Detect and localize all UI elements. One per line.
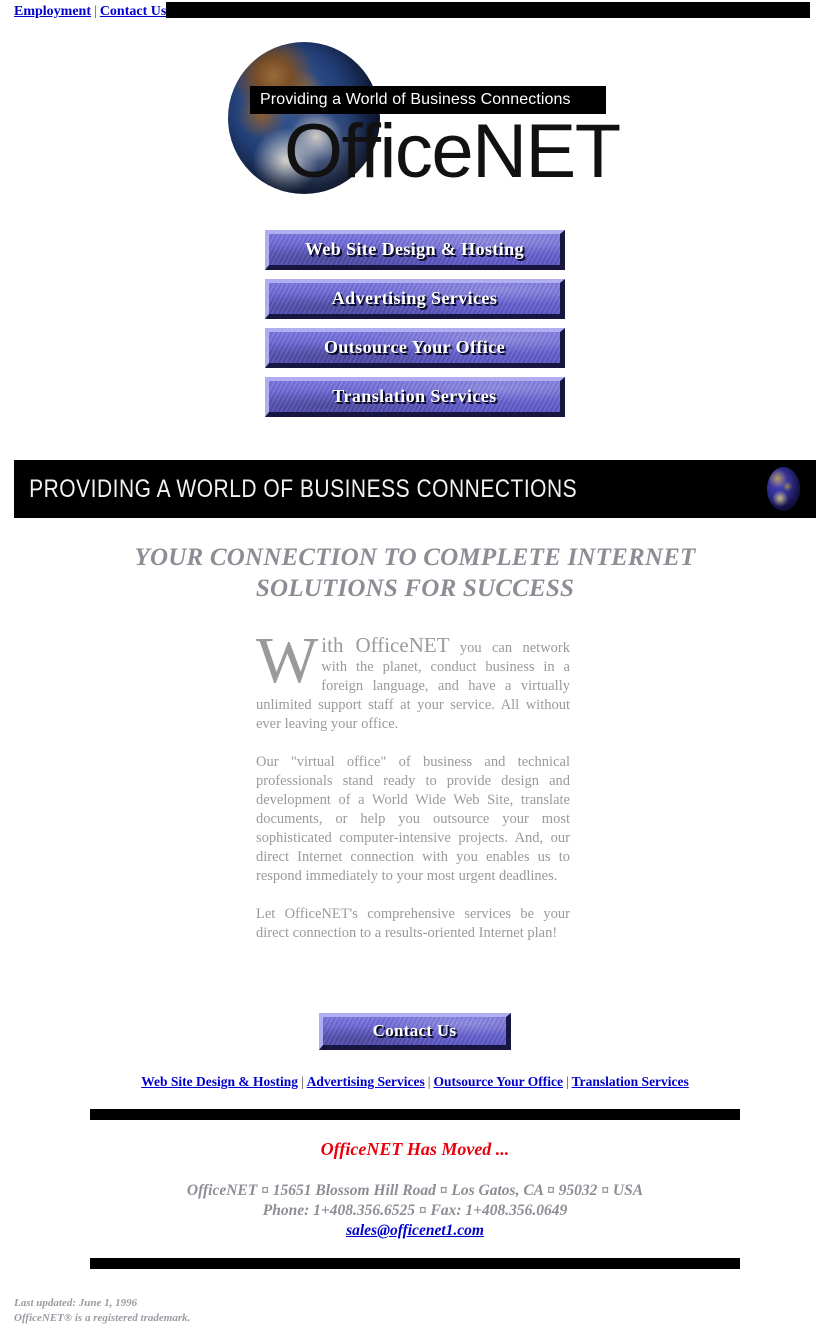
nav-button-label: Web Site Design & Hosting xyxy=(304,239,524,259)
globe-icon-small xyxy=(767,467,800,511)
footer-link-translation-services[interactable]: Translation Services xyxy=(572,1074,689,1089)
footer-link-advertising-services[interactable]: Advertising Services xyxy=(307,1074,425,1089)
body-lead: ith OfficeNET xyxy=(321,633,450,657)
contact-us-link[interactable]: Contact Us xyxy=(100,4,167,19)
top-links: Employment | Contact Us xyxy=(0,3,166,21)
last-updated-text: Last updated: June 1, 1996 xyxy=(14,1297,138,1309)
body-paragraph-3: Let OfficeNET's comprehensive services b… xyxy=(256,906,570,941)
top-link-separator: | xyxy=(94,4,97,19)
divider-bottom xyxy=(90,1258,740,1269)
footer-phone-line: Phone: 1+408.356.6525 ¤ Fax: 1+408.356.0… xyxy=(262,1202,568,1219)
divider-top xyxy=(90,1109,740,1120)
top-link-bar: Employment | Contact Us xyxy=(0,0,830,24)
tagline-banner-text: PROVIDING A WORLD OF BUSINESS CONNECTION… xyxy=(29,475,578,503)
footer-link-separator: | xyxy=(300,1074,304,1089)
footer-link-web-site-design-hosting[interactable]: Web Site Design & Hosting xyxy=(141,1074,298,1089)
footer-link-outsource-your-office[interactable]: Outsource Your Office xyxy=(433,1074,562,1089)
page-headline: YOUR CONNECTION TO COMPLETE INTERNET SOL… xyxy=(134,544,696,602)
footer-address-line: OfficeNET ¤ 15651 Blossom Hill Road ¤ Lo… xyxy=(186,1182,644,1199)
body-paragraph-1: With OfficeNET you can network with the … xyxy=(256,624,570,734)
drop-cap: W xyxy=(256,624,319,697)
employment-link[interactable]: Employment xyxy=(14,4,91,19)
footer-link-row: Web Site Design & Hosting | Advertising Se… xyxy=(0,1073,830,1091)
body-copy: With OfficeNET you can network with the … xyxy=(256,624,570,962)
logo-wordmark: OfficeNET xyxy=(284,109,621,194)
last-updated-block: Last updated: June 1, 1996 OfficeNET® is… xyxy=(14,1296,190,1326)
top-black-bar xyxy=(166,2,810,18)
footer-email-line: sales@officenet1.com xyxy=(0,1221,830,1241)
nav-button-web-site-design-hosting[interactable]: Web Site Design & Hosting xyxy=(265,230,565,270)
nav-button-translation-services[interactable]: Translation Services xyxy=(265,377,565,417)
nav-button-advertising-services[interactable]: Advertising Services xyxy=(265,279,565,319)
main-navigation: Web Site Design & Hosting Advertising Se… xyxy=(0,230,830,426)
contact-button-area: Contact Us xyxy=(0,1013,830,1050)
nav-button-label: Translation Services xyxy=(332,386,497,406)
site-logo: Providing a World of Business Connection… xyxy=(0,40,830,210)
email-link[interactable]: sales@officenet1.com xyxy=(346,1222,484,1239)
nav-button-label: Advertising Services xyxy=(331,288,498,308)
footer-address-block: OfficeNET ¤ 15651 Blossom Hill Road ¤ Lo… xyxy=(0,1181,830,1241)
tagline-banner: PROVIDING A WORLD OF BUSINESS CONNECTION… xyxy=(14,460,816,518)
moved-notice: OfficeNET Has Moved ... xyxy=(320,1139,510,1159)
contact-us-button[interactable]: Contact Us xyxy=(319,1013,511,1050)
footer-link-separator: | xyxy=(565,1074,569,1089)
nav-button-label: Outsource Your Office xyxy=(323,337,506,357)
nav-button-outsource-your-office[interactable]: Outsource Your Office xyxy=(265,328,565,368)
contact-us-button-label: Contact Us xyxy=(372,1021,457,1040)
body-paragraph-2: Our "virtual office" of business and tec… xyxy=(256,754,570,884)
trademark-text: OfficeNET® is a registered trademark. xyxy=(14,1312,191,1324)
